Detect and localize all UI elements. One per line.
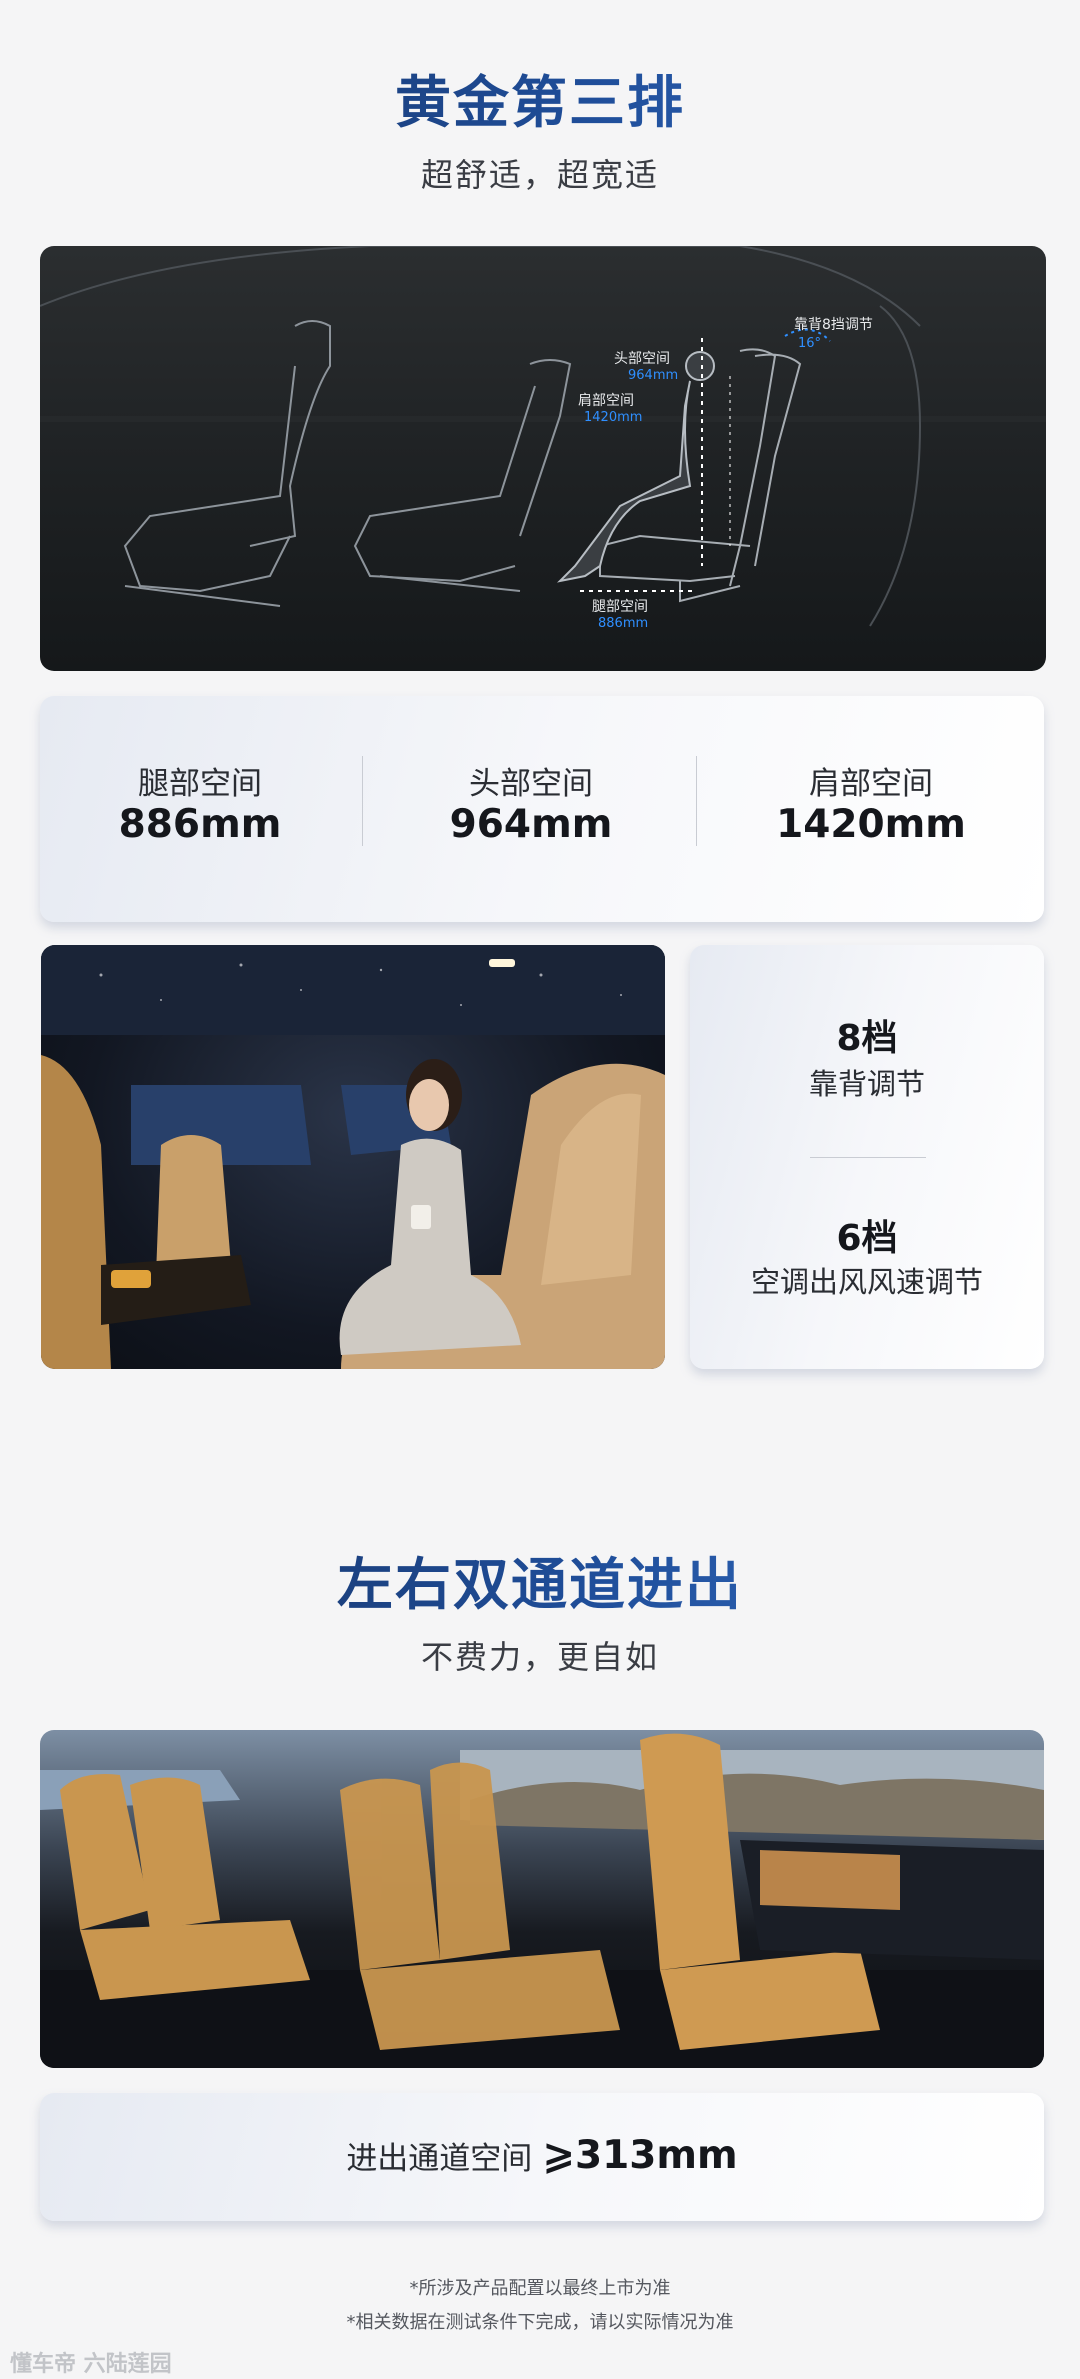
seat-outline-drawing	[40, 246, 1046, 627]
leg-room-label: 腿部空间	[138, 766, 262, 802]
shoulder-room-diagram-label: 肩部空间	[578, 393, 634, 409]
backrest-levels-label: 靠背调节	[808, 1067, 925, 1101]
backrest-adjust-label: 靠背8挡调节	[794, 317, 873, 333]
section-subtitle-third-row: 超舒适，超宽适	[420, 156, 659, 194]
leg-room-stat: 腿部空间 886mm	[40, 696, 360, 922]
dual-aisle-seats-photo	[40, 1730, 1044, 2068]
head-room-diagram-label: 头部空间	[614, 351, 670, 367]
first-row-seat-outline	[123, 320, 331, 607]
leg-room-value: 886mm	[118, 802, 282, 847]
section-title-dual-aisle: 左右双通道进出	[0, 1540, 1080, 1621]
backrest-angle-value: 16°	[798, 336, 822, 351]
leg-room-diagram-value: 886mm	[598, 616, 649, 631]
shoulder-room-stat: 肩部空间 1420mm	[698, 696, 1044, 922]
shoulder-room-diagram-value: 1420mm	[584, 410, 643, 425]
aisle-space-stat: 进出通道空间 ⩾313mm	[40, 2133, 1044, 2178]
watermark-logo: 懂车帝 六陆莲园	[10, 2352, 172, 2377]
head-room-diagram-value: 964mm	[628, 368, 679, 383]
space-dimensions-card: 腿部空间 886mm 头部空间 964mm 肩部空间 1420mm	[40, 696, 1044, 922]
section-title-third-row: 黄金第三排	[0, 58, 1080, 139]
aisle-space-value: ⩾313mm	[542, 2133, 738, 2178]
aisle-space-label: 进出通道空间	[346, 2141, 533, 2177]
backrest-levels-value: 8档	[836, 1018, 898, 1059]
disclaimer-test-data: *相关数据在测试条件下完成，请以实际情况为准	[346, 2312, 734, 2333]
head-room-label: 头部空间	[469, 766, 593, 802]
feature-divider	[810, 1157, 926, 1158]
head-room-value: 964mm	[449, 802, 613, 847]
cabin-illustration	[41, 945, 665, 1369]
shoulder-room-label: 肩部空间	[809, 766, 933, 802]
disclaimer-config: *所涉及产品配置以最终上市为准	[409, 2278, 671, 2299]
stat-divider	[696, 756, 697, 846]
stat-divider	[362, 756, 363, 846]
seat-space-diagram: 靠背8挡调节 16° 头部空间 964mm 肩部空间 1420mm 腿部空间 8…	[40, 246, 1046, 671]
third-row-seat-outline	[599, 348, 802, 603]
ac-fan-levels-value: 6档	[836, 1218, 898, 1259]
section-subtitle-dual-aisle: 不费力，更自如	[420, 1638, 659, 1676]
shoulder-room-value: 1420mm	[776, 802, 966, 847]
ac-fan-levels-label: 空调出风风速调节	[750, 1265, 983, 1299]
third-row-seats-shape	[60, 1774, 310, 2000]
aisle-space-card: 进出通道空间 ⩾313mm	[40, 2093, 1044, 2221]
occupant-figure	[556, 351, 715, 583]
seat-features-card: 8档 靠背调节 6档 空调出风风速调节	[690, 945, 1044, 1369]
third-row-passenger-photo	[41, 945, 665, 1369]
seats-illustration	[40, 1733, 1044, 2068]
leg-room-diagram-label: 腿部空间	[592, 599, 648, 615]
head-room-stat: 头部空间 964mm	[364, 696, 698, 922]
second-row-seat-outline	[353, 359, 572, 592]
